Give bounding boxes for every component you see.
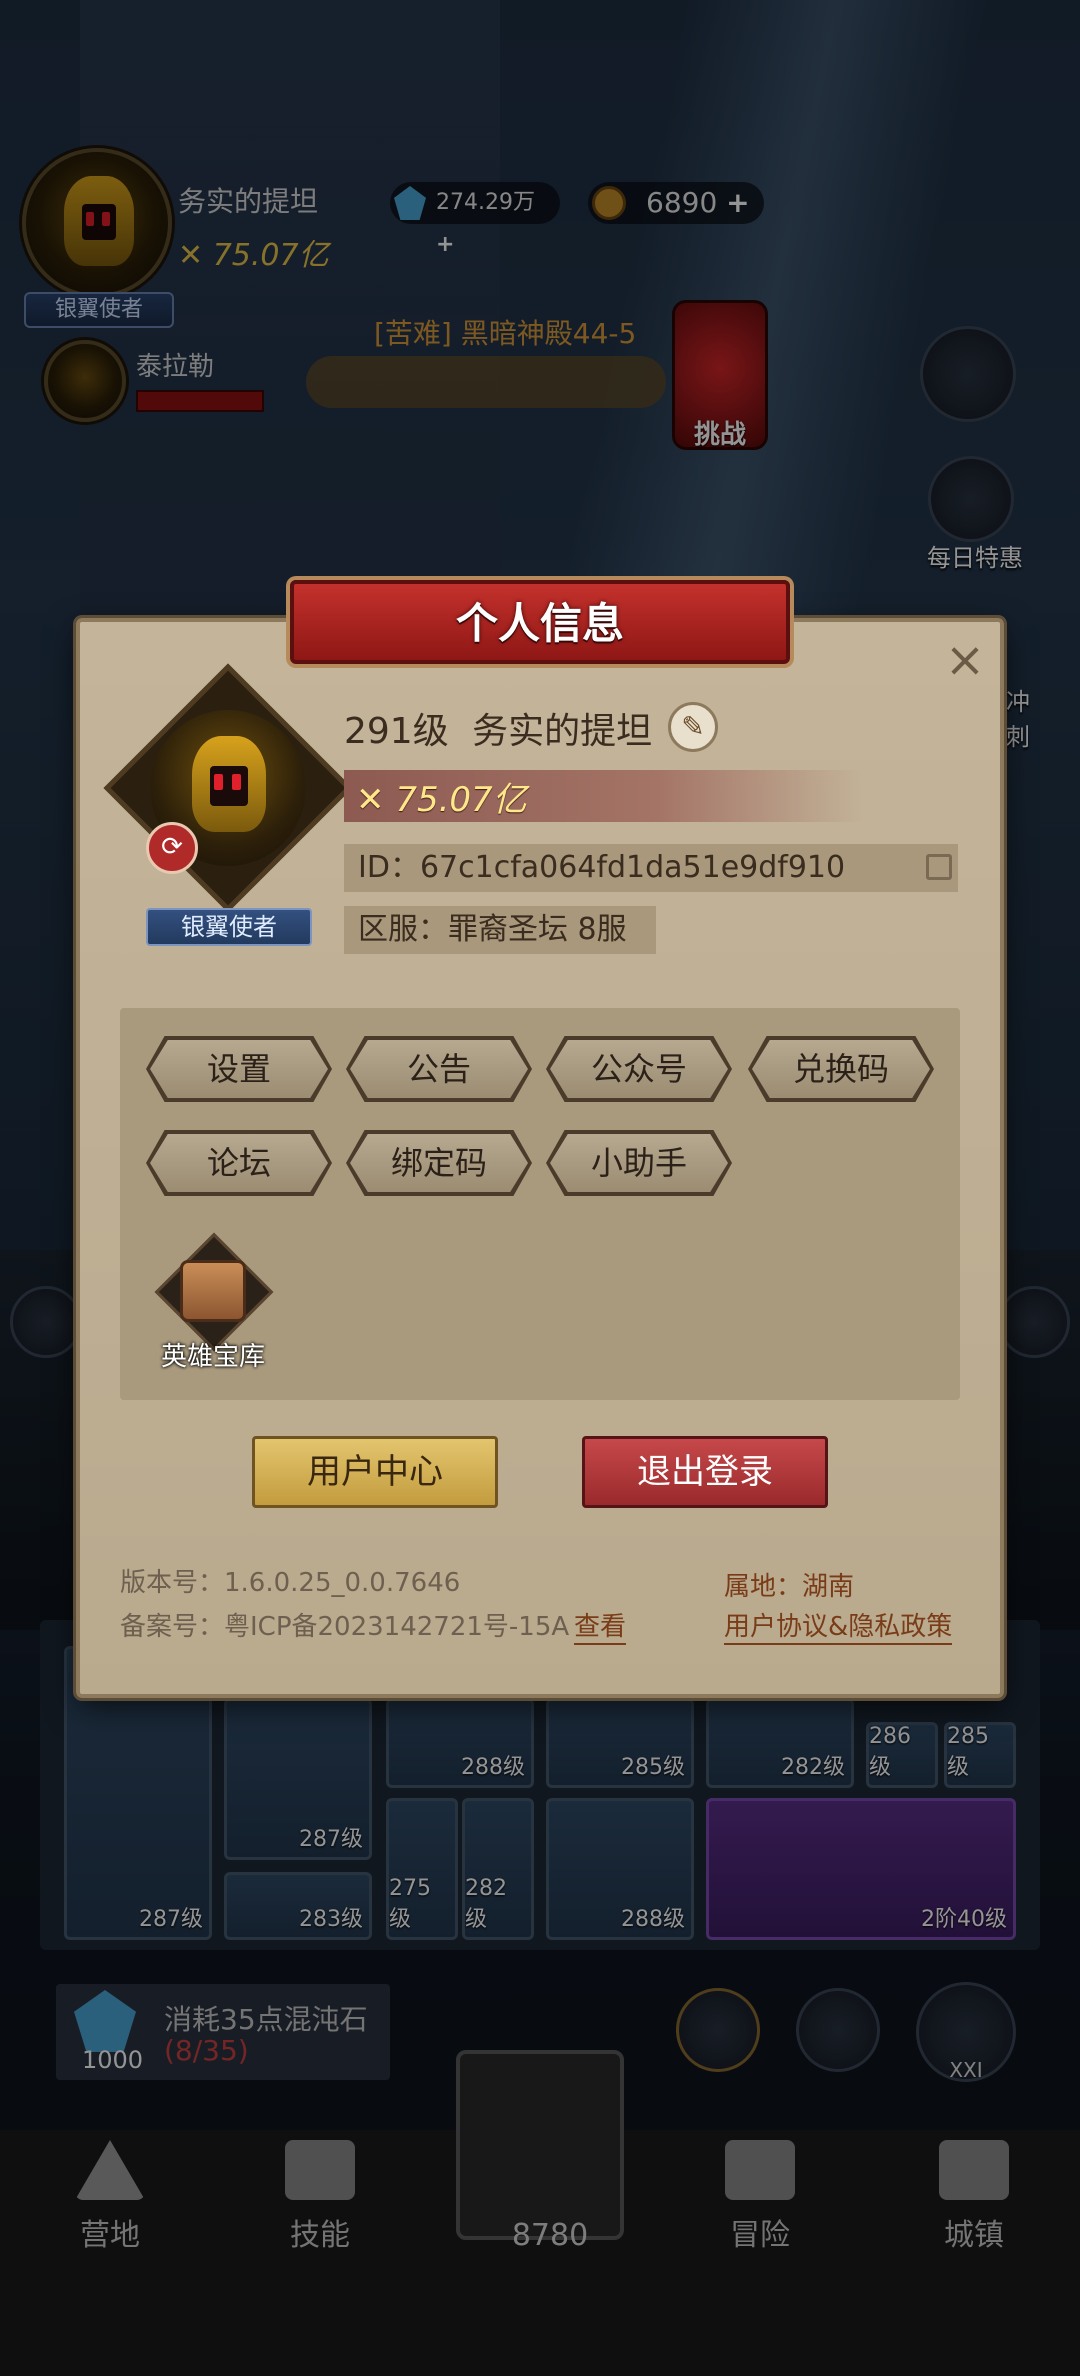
icp-view-link[interactable]: 查看 xyxy=(574,1606,627,1645)
announcement-label: 公告 xyxy=(350,1040,528,1098)
settings-button[interactable]: 设置 xyxy=(146,1036,332,1102)
assistant-button[interactable]: 小助手 xyxy=(546,1130,732,1196)
forum-button[interactable]: 论坛 xyxy=(146,1130,332,1196)
bind-code-button[interactable]: 绑定码 xyxy=(346,1130,532,1196)
icp-text: 备案号：粤ICP备2023142721号-15A xyxy=(120,1612,570,1642)
helmet-eye-right xyxy=(232,774,241,790)
crossed-swords-icon: ✕ xyxy=(356,780,385,820)
official-account-label: 公众号 xyxy=(550,1040,728,1098)
assistant-label: 小助手 xyxy=(550,1134,728,1192)
logout-button[interactable]: 退出登录 xyxy=(582,1436,828,1508)
profile-id: ID：67c1cfa064fd1da51e9df910 xyxy=(344,844,958,892)
user-center-button[interactable]: 用户中心 xyxy=(252,1436,498,1508)
profile-power-value: 75.07亿 xyxy=(395,780,527,820)
profile-name: 务实的提坦 xyxy=(472,711,653,752)
profile-rank-badge: 银翼使者 xyxy=(146,908,312,946)
forum-label: 论坛 xyxy=(150,1134,328,1192)
treasure-chest-icon xyxy=(180,1260,246,1322)
profile-level: 291级 xyxy=(344,711,449,752)
region-text: 属地：湖南 xyxy=(724,1572,855,1602)
edit-name-icon[interactable]: ✎ xyxy=(668,702,718,752)
agreement-link[interactable]: 用户协议&隐私政策 xyxy=(724,1606,953,1645)
profile-power-row: ✕ 75.07亿 xyxy=(356,772,527,821)
official-account-button[interactable]: 公众号 xyxy=(546,1036,732,1102)
settings-label: 设置 xyxy=(150,1040,328,1098)
profile-server: 区服：罪裔圣坛 8服 xyxy=(344,906,656,954)
hero-vault-label[interactable]: 英雄宝库 xyxy=(150,1336,276,1373)
version-text: 版本号：1.6.0.25_0.0.7646 xyxy=(120,1568,461,1598)
swap-avatar-icon[interactable]: ⟳ xyxy=(146,822,198,874)
dialog-title: 个人信息 xyxy=(455,599,624,648)
announcement-button[interactable]: 公告 xyxy=(346,1036,532,1102)
bind-code-label: 绑定码 xyxy=(350,1134,528,1192)
helmet-eye-left xyxy=(214,774,223,790)
redeem-code-button[interactable]: 兑换码 xyxy=(748,1036,934,1102)
copy-icon[interactable] xyxy=(926,854,952,880)
close-icon[interactable]: × xyxy=(940,636,990,686)
profile-name-line: 291级 务实的提坦 xyxy=(344,702,652,754)
redeem-code-label: 兑换码 xyxy=(752,1040,930,1098)
